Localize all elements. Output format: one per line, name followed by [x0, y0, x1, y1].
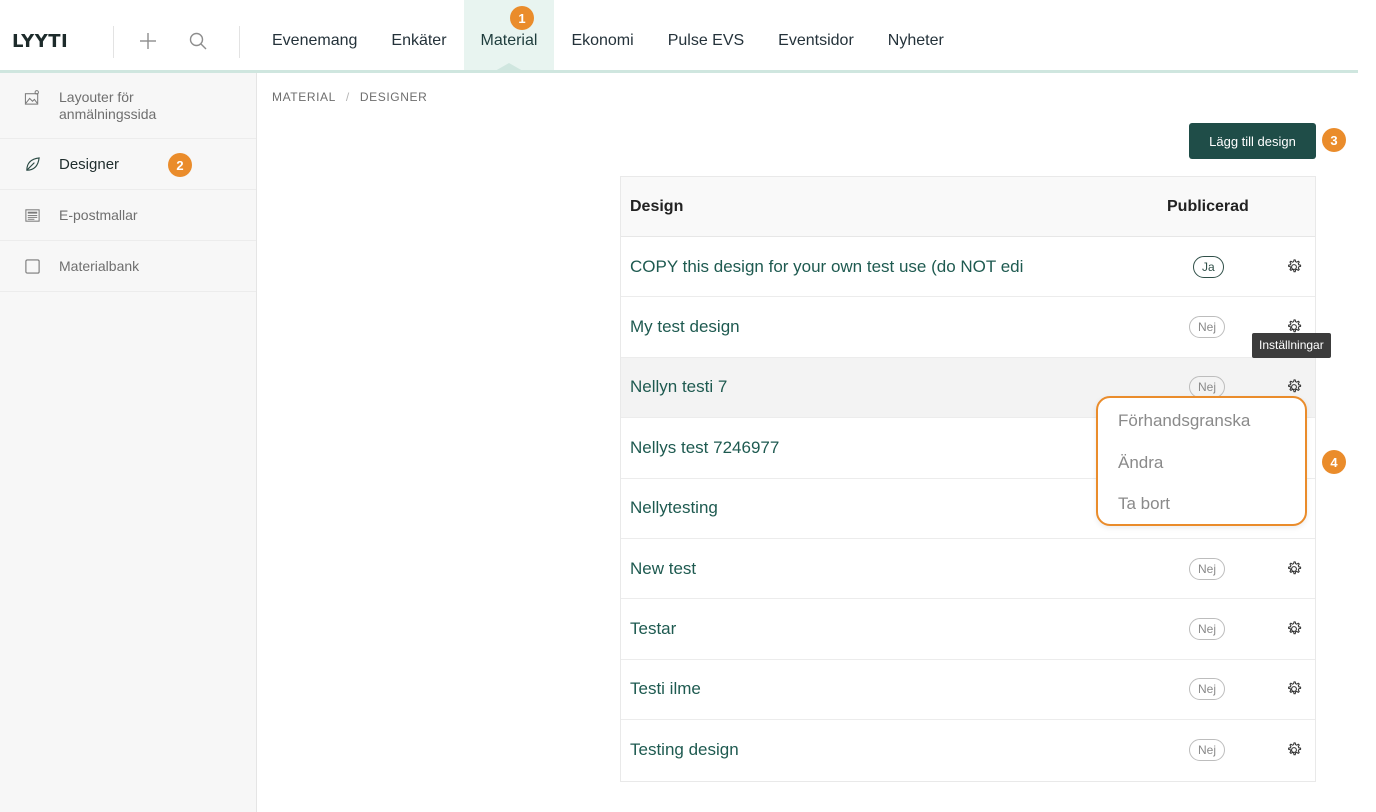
- breadcrumb-current: DESIGNER: [359, 90, 428, 104]
- row-actions-menu: Förhandsgranska Ändra Ta bort: [1096, 396, 1307, 526]
- square-icon: [25, 258, 40, 274]
- sidebar: Layouter för anmälningssida Designer E-p…: [0, 73, 257, 812]
- gear-icon[interactable]: [1285, 741, 1303, 759]
- table-row: COPY this design for your own test use (…: [621, 237, 1315, 298]
- sidebar-item-label: Designer: [59, 155, 120, 173]
- nav-label: Pulse EVS: [667, 32, 745, 49]
- email-template-icon: [25, 208, 40, 222]
- gear-icon[interactable]: [1285, 620, 1303, 638]
- menu-item-delete[interactable]: Ta bort: [1118, 494, 1170, 514]
- table-row: My test design Nej: [621, 297, 1315, 358]
- nav-label: Material: [480, 32, 538, 49]
- design-name-link[interactable]: COPY this design for your own test use (…: [630, 257, 1023, 277]
- published-badge: Nej: [1189, 678, 1226, 701]
- published-badge: Nej: [1189, 618, 1226, 641]
- design-name-link[interactable]: Nellytesting: [630, 498, 718, 518]
- add-design-button[interactable]: Lägg till design: [1189, 123, 1316, 159]
- main-nav: Evenemang Enkäter Material Ekonomi Pulse…: [255, 0, 961, 72]
- nav-eventsidor[interactable]: Eventsidor: [761, 0, 871, 70]
- breadcrumb-separator: /: [345, 90, 350, 104]
- nav-material[interactable]: Material: [463, 0, 555, 71]
- design-name-link[interactable]: Testi ilme: [630, 679, 701, 699]
- design-name-link[interactable]: Nellys test 7246977: [630, 438, 779, 458]
- sidebar-item-layouts[interactable]: Layouter för anmälningssida: [0, 73, 256, 139]
- published-badge: Nej: [1189, 316, 1226, 339]
- topbar-divider: [113, 26, 114, 58]
- table-row: New test Nej: [621, 539, 1315, 600]
- search-icon[interactable]: [187, 30, 209, 52]
- published-badge: Nej: [1189, 557, 1226, 580]
- design-name-link[interactable]: Nellyn testi 7: [630, 377, 727, 397]
- lyyti-logo[interactable]: LYYTI: [12, 31, 68, 52]
- table-row: Testi ilme Nej: [621, 660, 1315, 721]
- published-badge: Nej: [1189, 739, 1226, 762]
- topbar-divider: [239, 26, 240, 58]
- published-badge: Ja: [1193, 255, 1224, 278]
- sidebar-item-label: Materialbank: [59, 257, 140, 274]
- sidebar-item-label: Layouter för anmälningssida: [59, 89, 157, 122]
- column-header-design: Design: [630, 197, 684, 215]
- plus-icon[interactable]: [137, 30, 159, 52]
- settings-tooltip: Inställningar: [1252, 333, 1331, 358]
- sidebar-item-materialbank[interactable]: Materialbank: [0, 241, 256, 292]
- step-badge-2: 2: [168, 153, 192, 177]
- column-header-published: Publicerad: [1167, 197, 1249, 215]
- nav-ekonomi[interactable]: Ekonomi: [554, 0, 650, 70]
- nav-nyheter[interactable]: Nyheter: [871, 0, 961, 70]
- step-badge-3: 3: [1322, 128, 1346, 152]
- nav-enkater[interactable]: Enkäter: [374, 0, 463, 70]
- gear-icon[interactable]: [1285, 378, 1303, 396]
- design-name-link[interactable]: Testar: [630, 619, 676, 639]
- design-name-link[interactable]: My test design: [630, 317, 740, 337]
- nav-label: Ekonomi: [571, 32, 634, 49]
- gear-icon[interactable]: [1285, 258, 1303, 276]
- sidebar-item-designer[interactable]: Designer: [0, 139, 256, 190]
- gear-icon[interactable]: [1285, 680, 1303, 698]
- sidebar-item-label: E-postmallar: [59, 206, 138, 223]
- breadcrumb-material[interactable]: MATERIAL: [272, 90, 336, 104]
- step-badge-1: 1: [510, 6, 534, 30]
- breadcrumb: MATERIAL / DESIGNER: [272, 90, 427, 104]
- table-row: Testar Nej: [621, 599, 1315, 660]
- nav-label: Enkäter: [391, 32, 447, 49]
- table-header: Design Publicerad: [621, 177, 1315, 237]
- nav-label: Evenemang: [272, 32, 358, 49]
- nav-label: Nyheter: [887, 32, 944, 49]
- top-bar: LYYTI Evenemang Enkäter Material Ekonomi…: [0, 0, 1376, 73]
- nav-evenemang[interactable]: Evenemang: [255, 0, 374, 70]
- menu-item-preview[interactable]: Förhandsgranska: [1118, 411, 1250, 431]
- design-name-link[interactable]: Testing design: [630, 740, 739, 760]
- nav-label: Eventsidor: [778, 32, 854, 49]
- menu-item-edit[interactable]: Ändra: [1118, 453, 1163, 473]
- table-row: Testing design Nej: [621, 720, 1315, 780]
- nav-pulse-evs[interactable]: Pulse EVS: [651, 0, 761, 70]
- step-badge-4: 4: [1322, 450, 1346, 474]
- leaf-icon: [26, 156, 40, 171]
- gear-icon[interactable]: [1285, 560, 1303, 578]
- sidebar-item-e-postmallar[interactable]: E-postmallar: [0, 190, 256, 241]
- landscape-image-icon: [24, 90, 39, 105]
- design-name-link[interactable]: New test: [630, 559, 696, 579]
